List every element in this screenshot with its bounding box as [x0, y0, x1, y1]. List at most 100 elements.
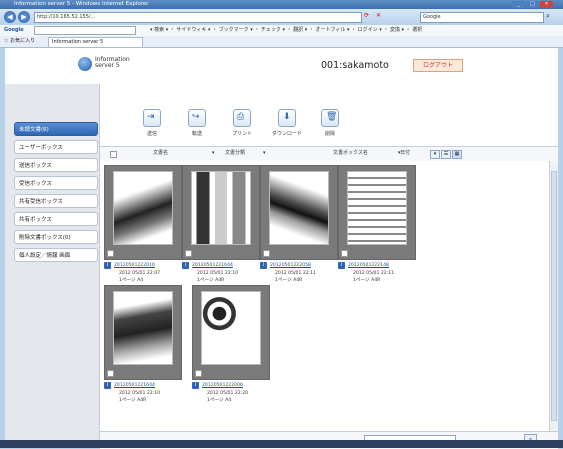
search-icon[interactable]: ⌕: [546, 12, 550, 21]
download-button[interactable]: ⬇ ダウンロード: [267, 109, 307, 137]
url-input[interactable]: http://10.165.52.155/...: [34, 12, 362, 23]
document-checkbox[interactable]: [107, 250, 114, 257]
document-card[interactable]: i 20120501221644 2012 05/01 22:10 1ページ A4…: [104, 285, 182, 404]
document-thumbnail[interactable]: [192, 285, 270, 380]
document-thumbnail[interactable]: [182, 165, 260, 260]
document-pages: 1ページ A4R: [119, 398, 147, 403]
sort-box-label: 文書ボックス名: [333, 150, 368, 156]
minimize-button[interactable]: _: [512, 1, 525, 8]
document-checkbox[interactable]: [263, 250, 270, 257]
sort-bar: 文書名 ▾ 文書分類 ▾ 文書ボックス名 ▾ 日付 ▾ ☰ ▦: [100, 146, 558, 162]
delete-label: 削除: [324, 131, 335, 137]
favorites-bar: ☆ お気に入り Information server 5: [0, 36, 563, 48]
document-name[interactable]: 20120501222016: [114, 263, 155, 268]
sidebar: 未読文書(6) ユーザーボックス 送信ボックス 受信ボックス 共有受信ボックス …: [5, 84, 100, 448]
forward-doc-button[interactable]: ↪ 転送: [177, 109, 217, 137]
document-thumbnail[interactable]: [104, 285, 182, 380]
sidebar-item-user-box[interactable]: ユーザーボックス: [14, 140, 98, 154]
sidebar-item-unread[interactable]: 未読文書(6): [14, 122, 98, 136]
document-card[interactable]: i 20120501222006 2012 05/01 22:20 1ページ A4: [192, 285, 270, 404]
document-thumbnail[interactable]: [260, 165, 338, 260]
thumbnail-view-icon[interactable]: ▦: [452, 150, 462, 159]
delete-button[interactable]: 🗑 削除: [310, 109, 350, 137]
document-checkbox[interactable]: [341, 250, 348, 257]
document-card[interactable]: i 20120501221644 2012 05/01 22:10 1ページ A4…: [182, 165, 260, 284]
select-all-checkbox[interactable]: [110, 151, 117, 158]
document-pages: 1ページ A4: [207, 398, 232, 403]
document-pages: 1ページ A4: [119, 278, 144, 283]
print-label: プリント: [231, 131, 252, 137]
google-toolbar-items[interactable]: ▾ 検索 ▾ ・ サイドウィキ ▾ ・ ブックマーク ▾ ・ チェック ▾ ・ …: [150, 25, 422, 36]
sort-select-category[interactable]: 文書分類 ▾: [225, 150, 266, 157]
document-name[interactable]: 20120501222006: [202, 383, 243, 388]
document-date: 2012 05/01 22:11: [353, 271, 395, 276]
document-pages: 1ページ A4R: [353, 278, 381, 283]
sort-select-name[interactable]: 文書名 ▾: [153, 150, 215, 157]
app-header: Information server 5 001:sakamoto ログアウト: [5, 48, 558, 84]
stop-icon[interactable]: ✕: [376, 12, 381, 19]
document-checkbox[interactable]: [195, 370, 202, 377]
document-date: 2012 05/01 22:07: [119, 271, 161, 276]
favorites-button[interactable]: ☆ お気に入り: [4, 36, 35, 47]
sort-date-label[interactable]: 日付: [400, 150, 410, 157]
document-card[interactable]: i 20120501222016 2012 05/01 22:07 1ページ A4: [104, 165, 182, 284]
app-name: Information server 5: [95, 57, 130, 69]
document-card[interactable]: i 20120501222148 2012 05/01 22:11 1ページ A4…: [338, 165, 416, 284]
sort-select-box[interactable]: 文書ボックス名 ▾: [333, 150, 400, 157]
forward-label: 転送: [191, 131, 202, 137]
print-button[interactable]: ⎙ プリント: [222, 109, 262, 137]
document-pages: 1ページ A4R: [275, 278, 303, 283]
back-button[interactable]: ◀: [4, 11, 16, 23]
document-name[interactable]: 20120501222058: [270, 263, 311, 268]
sidebar-item-shared-box[interactable]: 共有ボックス: [14, 212, 98, 226]
google-search-input[interactable]: [34, 26, 136, 35]
send-label: 送信: [146, 131, 157, 137]
tab-label: Information server 5: [52, 39, 104, 45]
sidebar-item-receive-box[interactable]: 受信ボックス: [14, 176, 98, 190]
sidebar-item-settings[interactable]: 個人設定／情報 画面: [14, 248, 98, 262]
google-logo: Google: [4, 27, 24, 33]
refresh-icon[interactable]: ⟳: [364, 12, 369, 19]
logout-button[interactable]: ログアウト: [413, 59, 463, 72]
tab-information-server[interactable]: Information server 5: [48, 37, 143, 47]
info-icon[interactable]: i: [192, 382, 199, 389]
document-checkbox[interactable]: [185, 250, 192, 257]
address-bar-area: ◀ ▶ http://10.165.52.155/... ⟳ ✕ Google …: [0, 9, 563, 25]
document-date: 2012 05/01 22:20: [207, 391, 249, 396]
favorites-label: お気に入り: [10, 38, 36, 44]
browser-search-input[interactable]: Google: [420, 12, 544, 23]
download-icon: ⬇: [278, 109, 296, 127]
info-icon[interactable]: i: [182, 262, 189, 269]
close-window-button[interactable]: ✕: [540, 1, 553, 8]
document-thumbnail[interactable]: [104, 165, 182, 260]
sidebar-item-shared-receive-box[interactable]: 共有受信ボックス: [14, 194, 98, 208]
document-thumbnail[interactable]: [338, 165, 416, 260]
sidebar-item-send-box[interactable]: 送信ボックス: [14, 158, 98, 172]
document-date: 2012 05/01 22:10: [197, 271, 239, 276]
info-icon[interactable]: i: [338, 262, 345, 269]
logo-icon: [78, 57, 92, 71]
send-button[interactable]: ⇥ 送信: [132, 109, 172, 137]
sort-order-button[interactable]: ▾: [430, 150, 440, 159]
document-grid: i 20120501222016 2012 05/01 22:07 1ページ A4…: [100, 161, 548, 431]
info-icon[interactable]: i: [104, 262, 111, 269]
document-name[interactable]: 20120501222148: [348, 263, 389, 268]
document-card[interactable]: i 20120501222058 2012 05/01 22:11 1ページ A4…: [260, 165, 338, 284]
document-name[interactable]: 20120501221644: [114, 383, 155, 388]
document-checkbox[interactable]: [107, 370, 114, 377]
info-icon[interactable]: i: [104, 382, 111, 389]
info-icon[interactable]: i: [260, 262, 267, 269]
list-view-icon[interactable]: ☰: [441, 150, 451, 159]
forward-button[interactable]: ▶: [18, 11, 30, 23]
action-toolbar: ⇥ 送信 ↪ 転送 ⎙ プリント ⬇ ダウンロード 🗑 削除: [100, 84, 558, 146]
document-date: 2012 05/01 22:11: [275, 271, 317, 276]
scrollbar-thumb[interactable]: [551, 171, 557, 421]
app-name-line2: server 5: [95, 62, 120, 69]
document-name[interactable]: 20120501221644: [192, 263, 233, 268]
sidebar-item-deleted-box[interactable]: 削除文書ボックス(0): [14, 230, 98, 244]
sort-category-label: 文書分類: [225, 150, 246, 156]
grid-scrollbar[interactable]: [549, 161, 558, 431]
send-icon: ⇥: [143, 109, 161, 127]
maximize-button[interactable]: □: [526, 1, 539, 8]
sort-name-label: 文書名: [153, 150, 169, 156]
